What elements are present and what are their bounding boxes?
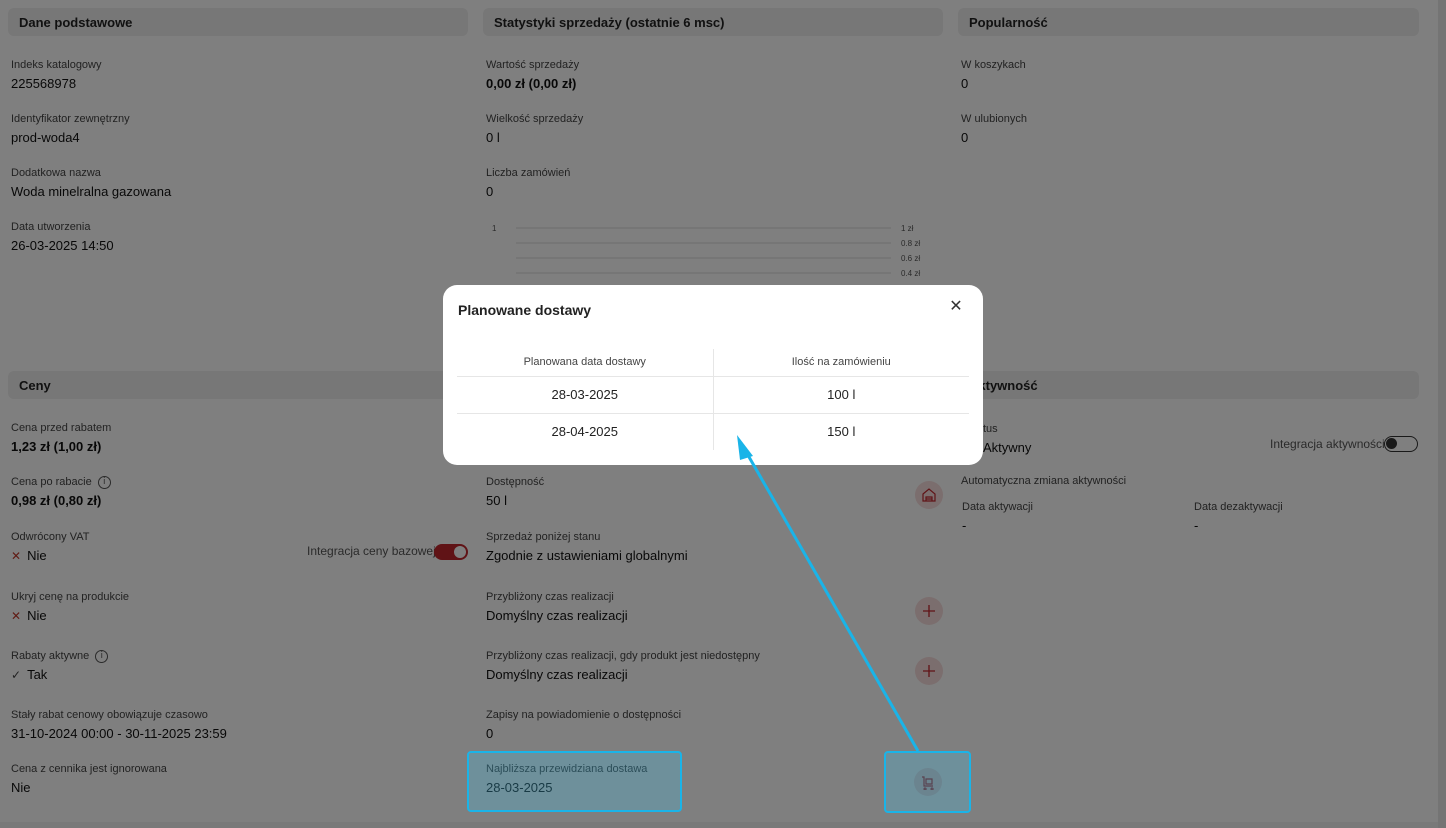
planned-deliveries-highlight bbox=[884, 751, 971, 813]
close-icon[interactable]: ✕ bbox=[946, 296, 966, 316]
delivery-quantity: 150 l bbox=[827, 424, 856, 440]
table-row: 28-04-2025 150 l bbox=[457, 413, 969, 450]
column-header-quantity: Ilość na zamówieniu bbox=[713, 349, 969, 377]
delivery-date: 28-04-2025 bbox=[457, 413, 714, 450]
delivery-quantity: 100 l bbox=[713, 376, 969, 414]
planned-deliveries-modal: Planowane dostawy ✕ Planowana data dosta… bbox=[443, 285, 983, 465]
modal-title: Planowane dostawy bbox=[458, 302, 592, 318]
table-row: 28-03-2025 100 l bbox=[457, 376, 969, 414]
column-header-date: Planowana data dostawy bbox=[457, 349, 714, 377]
deliveries-table: Planowana data dostawy Ilość na zamówien… bbox=[457, 349, 969, 450]
delivery-date: 28-03-2025 bbox=[457, 376, 714, 414]
next-delivery-highlight bbox=[467, 751, 682, 812]
